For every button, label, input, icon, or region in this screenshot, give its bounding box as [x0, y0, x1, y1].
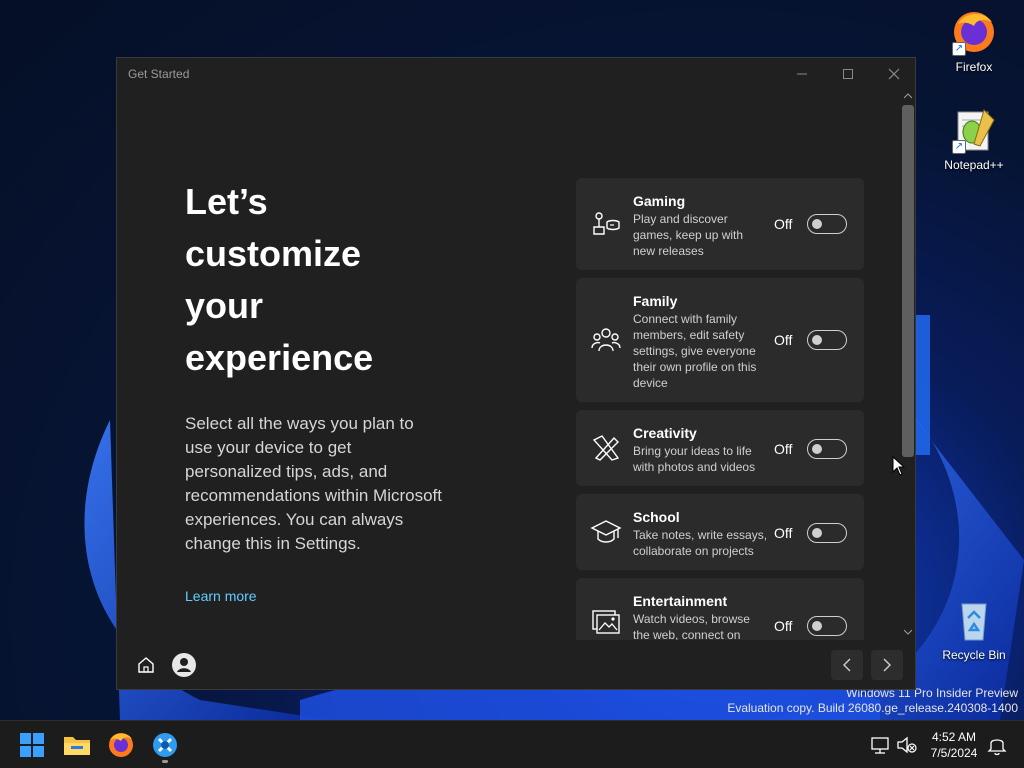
card-title: Gaming [633, 193, 686, 209]
card-description: Connect with family members, edit safety… [633, 312, 757, 390]
card-description: Take notes, write essays, collaborate on… [633, 528, 768, 558]
creativity-toggle[interactable] [807, 439, 847, 459]
taskbar: 4:52 AM 7/5/2024 [0, 720, 1024, 768]
toggle-state-label: Off [774, 332, 793, 348]
card-description: Bring your ideas to life with photos and… [633, 444, 756, 474]
family-toggle[interactable] [807, 330, 847, 350]
title-bar[interactable]: Get Started [117, 58, 915, 90]
toggle-state-label: Off [774, 441, 793, 457]
toggle-knob [812, 528, 822, 538]
next-button[interactable] [871, 650, 903, 680]
account-button[interactable] [171, 652, 197, 678]
close-button[interactable] [871, 58, 917, 90]
get-started-app-icon [153, 733, 177, 757]
start-button[interactable] [16, 729, 48, 761]
toggle-state-label: Off [774, 216, 793, 232]
photo-icon [592, 610, 620, 634]
minimize-button[interactable] [779, 58, 825, 90]
card-gaming[interactable]: Gaming Play and discover games, keep up … [576, 178, 864, 270]
card-creativity[interactable]: Creativity Bring your ideas to life with… [576, 410, 864, 486]
experience-list: Gaming Play and discover games, keep up … [576, 178, 866, 640]
toggle-state-label: Off [774, 618, 793, 634]
get-started-window: Get Started Let’s customize your experie… [116, 57, 916, 690]
desktop-icon-recycle-bin[interactable]: Recycle Bin [934, 596, 1014, 662]
page-description: Select all the ways you plan to use your… [185, 414, 442, 553]
chevron-left-icon [843, 658, 851, 672]
page-heading: Let’s customize your experience [185, 181, 374, 378]
network-icon [871, 737, 889, 754]
card-title: Creativity [633, 425, 697, 441]
desktop-icon-label: Recycle Bin [942, 648, 1006, 662]
notepadpp-icon: ↗ [950, 106, 998, 154]
toggle-knob [812, 335, 822, 345]
bell-icon [987, 739, 1007, 756]
gamepad-icon [593, 212, 620, 235]
taskbar-file-explorer[interactable] [61, 729, 93, 761]
graduation-cap-icon [590, 520, 622, 543]
home-button[interactable] [131, 650, 161, 680]
desktop-icon-label: Notepad++ [944, 158, 1004, 172]
card-entertainment[interactable]: Entertainment Watch videos, browse the w… [576, 578, 864, 640]
watermark-line-2: Evaluation copy. Build 26080.ge_release.… [727, 701, 1018, 715]
system-clock[interactable]: 4:52 AM 7/5/2024 [916, 729, 992, 761]
intro-panel: Let’s customize your experience Select a… [185, 176, 485, 556]
gaming-toggle[interactable] [807, 214, 847, 234]
chevron-right-icon [883, 658, 891, 672]
clock-time: 4:52 AM [931, 730, 977, 744]
scrollbar[interactable] [901, 91, 915, 639]
taskbar-firefox[interactable] [105, 729, 137, 761]
close-icon [888, 68, 900, 80]
card-school[interactable]: School Take notes, write essays, collabo… [576, 494, 864, 570]
window-title: Get Started [128, 67, 190, 81]
folder-icon [64, 737, 90, 755]
recycle-bin-icon [950, 596, 998, 644]
clock-date: 7/5/2024 [930, 746, 978, 760]
shortcut-arrow-icon: ↗ [952, 140, 966, 154]
notifications-button[interactable] [985, 733, 1009, 757]
mouse-cursor-icon [892, 456, 906, 476]
toggle-state-label: Off [774, 525, 793, 541]
family-icon [591, 328, 621, 352]
toggle-knob [812, 219, 822, 229]
maximize-icon [843, 69, 853, 79]
card-description: Watch videos, browse the web, connect on [633, 612, 750, 640]
back-button[interactable] [831, 650, 863, 680]
user-avatar-icon [172, 653, 196, 677]
home-icon [138, 657, 154, 673]
desktop-icon-firefox[interactable]: ↗ Firefox [934, 8, 1014, 74]
firefox-icon: ↗ [950, 8, 998, 56]
learn-more-link[interactable]: Learn more [185, 588, 257, 604]
entertainment-toggle[interactable] [807, 616, 847, 636]
maximize-button[interactable] [825, 58, 871, 90]
card-title: School [633, 509, 680, 525]
taskbar-get-started[interactable] [149, 729, 181, 763]
desktop-icon-notepadpp[interactable]: ↗ Notepad++ [934, 106, 1014, 172]
firefox-icon [109, 733, 133, 757]
windows-logo-icon [20, 733, 44, 757]
card-description: Play and discover games, keep up with ne… [633, 212, 744, 258]
school-toggle[interactable] [807, 523, 847, 543]
running-indicator [162, 760, 168, 763]
scroll-down-icon[interactable] [904, 629, 912, 635]
minimize-icon [797, 73, 807, 75]
toggle-knob [812, 621, 822, 631]
card-family[interactable]: Family Connect with family members, edit… [576, 278, 864, 402]
network-tray-button[interactable] [868, 733, 892, 757]
brush-icon [592, 435, 620, 461]
card-title: Family [633, 293, 678, 309]
scroll-thumb[interactable] [902, 105, 914, 457]
desktop-icon-label: Firefox [955, 60, 993, 74]
toggle-knob [812, 444, 822, 454]
card-title: Entertainment [633, 593, 728, 609]
scroll-up-icon[interactable] [904, 93, 912, 99]
shortcut-arrow-icon: ↗ [952, 42, 966, 56]
